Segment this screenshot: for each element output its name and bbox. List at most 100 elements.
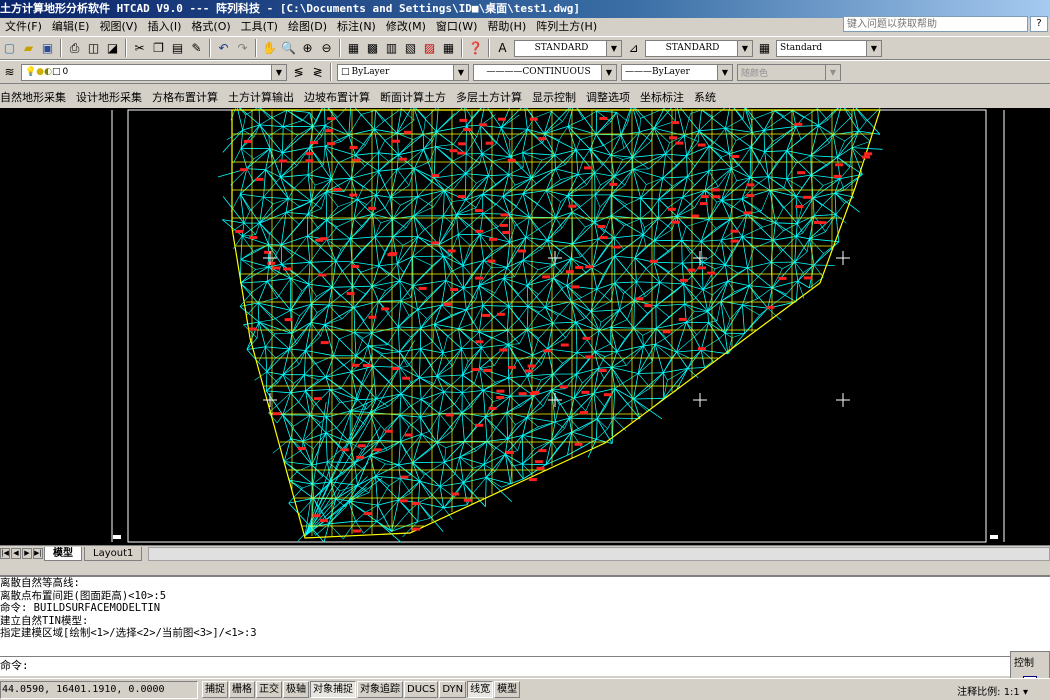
layer-color-icon[interactable]: □ [52, 67, 61, 77]
horizontal-scrollbar[interactable] [148, 546, 1050, 561]
tab-layout1[interactable]: Layout1 [84, 546, 143, 561]
tin-edge [372, 285, 386, 291]
text-style-select[interactable]: STANDARD ▼ [514, 39, 622, 57]
tin-edge [290, 438, 313, 466]
toggle-ortho[interactable]: 正交 [256, 681, 282, 698]
drawing-canvas[interactable] [0, 108, 1050, 545]
menu-file[interactable]: 文件(F) [0, 18, 47, 36]
first-tab-icon[interactable]: |◀ [0, 548, 10, 559]
tin-edge [610, 319, 628, 328]
prev-tab-icon[interactable]: ◀ [11, 548, 21, 559]
last-tab-icon[interactable]: ▶| [33, 548, 43, 559]
text-style-icon[interactable]: A [494, 40, 511, 57]
linetype-select[interactable]: ———— CONTINUOUS ▼ [473, 63, 617, 81]
plot-style-select[interactable]: 随颜色 ▼ [737, 63, 841, 81]
zoom-window-icon[interactable]: ⊕ [299, 40, 316, 57]
chevron-down-icon[interactable]: ▼ [717, 64, 732, 80]
chevron-down-icon[interactable]: ▼ [737, 40, 752, 56]
menu-tools[interactable]: 工具(T) [236, 18, 283, 36]
cut-icon[interactable]: ✂ [131, 40, 148, 57]
redo-icon[interactable]: ↷ [234, 40, 251, 57]
layer-manager-icon[interactable]: ≋ [1, 64, 18, 81]
cmd-earthwork-output[interactable]: 土方计算输出 [228, 89, 302, 105]
layer-on-icon[interactable]: 💡 [25, 67, 36, 77]
lineweight-select[interactable]: ——— ByLayer ▼ [621, 63, 733, 81]
cmd-multilayer-earthwork[interactable]: 多层土方计算 [456, 89, 530, 105]
make-current-layer-icon[interactable]: ≶ [290, 64, 307, 81]
cmd-display-control[interactable]: 显示控制 [532, 89, 584, 105]
save-icon[interactable]: ▣ [39, 40, 56, 57]
cmd-grid-layout[interactable]: 方格布置计算 [152, 89, 226, 105]
next-tab-icon[interactable]: ▶ [22, 548, 32, 559]
paste-icon[interactable]: ▤ [169, 40, 186, 57]
cmd-section-earthwork[interactable]: 断面计算土方 [380, 89, 454, 105]
help-search-input[interactable] [843, 16, 1028, 32]
toggle-grid[interactable]: 栅格 [229, 681, 255, 698]
help-search-button[interactable]: ? [1030, 16, 1048, 32]
sheet-set-icon[interactable]: ▧ [402, 40, 419, 57]
layout-tab-bar: |◀ ◀ ▶ ▶| 模型 Layout1 [0, 545, 1050, 561]
calculator-icon[interactable]: ▦ [440, 40, 457, 57]
copy-icon[interactable]: ❐ [150, 40, 167, 57]
tool-palettes-icon[interactable]: ▥ [383, 40, 400, 57]
menu-array-earthwork[interactable]: 阵列土方(H) [531, 18, 602, 36]
tin-edge [305, 350, 315, 365]
menu-format[interactable]: 格式(O) [186, 18, 235, 36]
zoom-realtime-icon[interactable]: 🔍 [280, 40, 297, 57]
zoom-previous-icon[interactable]: ⊖ [318, 40, 335, 57]
chevron-down-icon[interactable]: ▼ [453, 64, 468, 80]
tin-edge [794, 251, 808, 263]
chevron-down-icon[interactable]: ▼ [866, 40, 881, 56]
properties-icon[interactable]: ▦ [345, 40, 362, 57]
chevron-down-icon[interactable]: ▼ [271, 64, 286, 80]
table-style-select[interactable]: Standard ▼ [776, 39, 882, 57]
color-select[interactable]: □ ByLayer ▼ [337, 63, 469, 81]
layer-previous-icon[interactable]: ≷ [309, 64, 326, 81]
tab-model[interactable]: 模型 [44, 546, 82, 561]
toggle-model[interactable]: 模型 [494, 681, 521, 698]
match-properties-icon[interactable]: ✎ [188, 40, 205, 57]
menu-help[interactable]: 帮助(H) [482, 18, 531, 36]
chevron-down-icon[interactable]: ▼ [601, 64, 616, 80]
menu-draw[interactable]: 绘图(D) [283, 18, 332, 36]
chevron-down-icon[interactable]: ▼ [825, 64, 840, 80]
toggle-polar[interactable]: 极轴 [283, 681, 309, 698]
menu-dimension[interactable]: 标注(N) [332, 18, 381, 36]
pan-icon[interactable]: ✋ [261, 40, 278, 57]
cmd-natural-terrain[interactable]: 自然地形采集 [0, 89, 74, 105]
chevron-down-icon[interactable]: ▼ [606, 40, 621, 56]
open-folder-icon[interactable]: ▰ [20, 40, 37, 57]
cmd-adjust-options[interactable]: 调整选项 [586, 89, 638, 105]
design-center-icon[interactable]: ▩ [364, 40, 381, 57]
new-file-icon[interactable]: ▢ [1, 40, 18, 57]
menu-insert[interactable]: 插入(I) [143, 18, 187, 36]
toggle-osnap[interactable]: 对象捕捉 [310, 681, 356, 698]
menu-view[interactable]: 视图(V) [94, 18, 142, 36]
layer-freeze-icon[interactable]: ● [36, 67, 44, 77]
undo-icon[interactable]: ↶ [215, 40, 232, 57]
cmd-coordinate-label[interactable]: 坐标标注 [640, 89, 692, 105]
cmd-design-terrain[interactable]: 设计地形采集 [76, 89, 150, 105]
markup-icon[interactable]: ▨ [421, 40, 438, 57]
plot-preview-icon[interactable]: ◫ [85, 40, 102, 57]
toggle-dyn[interactable]: DYN [439, 681, 467, 698]
toggle-snap[interactable]: 捕捉 [202, 681, 228, 698]
cmd-slope-layout[interactable]: 边坡布置计算 [304, 89, 378, 105]
layer-select[interactable]: 💡 ● ◐ □ 0 ▼ [21, 63, 287, 81]
annotation-scale[interactable]: 注释比例: 1:1 ▾ [957, 683, 1028, 698]
cmd-system[interactable]: 系统 [694, 89, 724, 105]
toggle-otrack[interactable]: 对象追踪 [357, 681, 403, 698]
menu-window[interactable]: 窗口(W) [431, 18, 482, 36]
help-book-icon[interactable]: ❓ [467, 40, 484, 57]
command-input[interactable]: 命令: [0, 656, 1010, 676]
layer-lock-icon[interactable]: ◐ [44, 67, 52, 77]
print-icon[interactable]: ⎙ [66, 40, 83, 57]
table-style-icon[interactable]: ▦ [756, 40, 773, 57]
toggle-ducs[interactable]: DUCS [404, 681, 439, 698]
menu-modify[interactable]: 修改(M) [381, 18, 431, 36]
dimension-style-select[interactable]: STANDARD ▼ [645, 39, 753, 57]
dimension-style-icon[interactable]: ⊿ [625, 40, 642, 57]
menu-edit[interactable]: 编辑(E) [47, 18, 95, 36]
publish-icon[interactable]: ◪ [104, 40, 121, 57]
toggle-lineweight[interactable]: 线宽 [467, 681, 494, 698]
